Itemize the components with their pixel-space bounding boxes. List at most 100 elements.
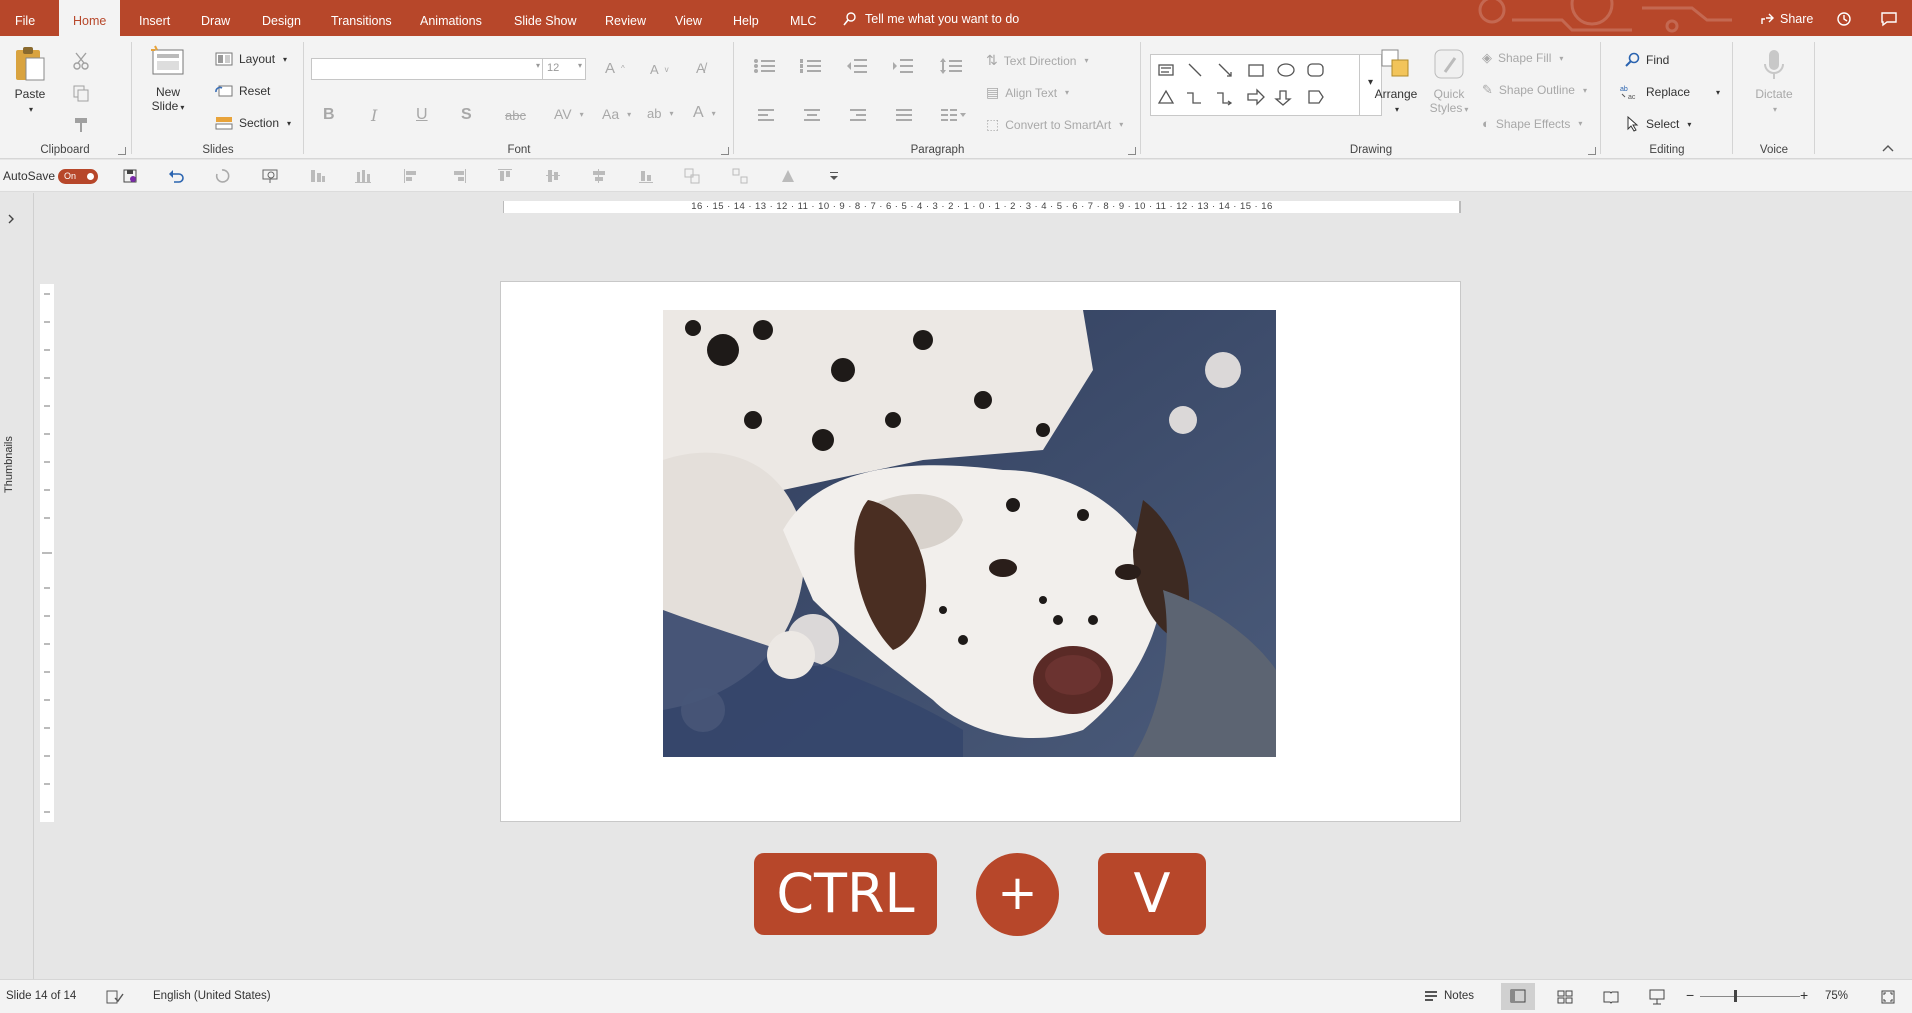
text-shadow-icon[interactable]: S (461, 106, 472, 124)
shape-outline-button[interactable]: ✎ Shape Outline ▾ (1482, 82, 1587, 98)
slideshow-view-icon[interactable] (1649, 989, 1665, 1005)
paste-button[interactable]: Paste ▾ (10, 44, 50, 115)
highlight-icon[interactable]: ab ▾ (647, 106, 673, 121)
tab-draw[interactable]: Draw (201, 0, 230, 36)
arrange-button[interactable]: Arrange ▾ (1366, 46, 1426, 115)
copy-icon[interactable] (72, 84, 90, 102)
shape-effects-button[interactable]: ◐ Shape Effects ▾ (1482, 116, 1582, 131)
autosave-toggle[interactable]: On (58, 169, 98, 184)
undo-icon[interactable] (168, 168, 184, 184)
replace-button[interactable]: ab ac Replace ▾ (1620, 84, 1720, 100)
rotate-objects-icon[interactable] (780, 168, 796, 184)
align-objects-icon[interactable] (310, 168, 326, 184)
plus-sign-graphic[interactable]: + (976, 853, 1059, 936)
tab-file[interactable]: File (15, 0, 35, 36)
tab-animations[interactable]: Animations (420, 0, 482, 36)
slide-counter[interactable]: Slide 14 of 14 (6, 990, 76, 1002)
zoom-out-icon[interactable]: − (1686, 987, 1694, 1003)
group-objects-icon[interactable] (684, 168, 700, 184)
italic-icon[interactable]: I (371, 106, 377, 125)
quick-styles-button[interactable]: Quick Styles ▾ (1424, 46, 1474, 115)
increase-font-icon[interactable]: A ^ (605, 60, 625, 77)
ctrl-key-graphic[interactable]: CTRL (754, 853, 937, 935)
cut-icon[interactable] (72, 52, 90, 70)
align-center-icon[interactable] (803, 108, 821, 122)
zoom-slider-thumb[interactable] (1734, 990, 1737, 1002)
ungroup-objects-icon[interactable] (732, 168, 748, 184)
font-launcher[interactable] (721, 147, 729, 155)
align-left-icon[interactable] (757, 108, 775, 122)
tab-transitions[interactable]: Transitions (331, 0, 392, 36)
align-right-icon[interactable] (849, 108, 867, 122)
line-spacing-icon[interactable] (939, 58, 963, 74)
thumbnails-pane[interactable]: Thumbnails (0, 193, 34, 979)
shapes-gallery[interactable] (1150, 54, 1360, 116)
change-case-icon[interactable]: Aa ▾ (602, 106, 631, 122)
numbering-icon[interactable] (799, 58, 823, 74)
save-icon[interactable] (122, 168, 138, 184)
v-key-graphic[interactable]: V (1098, 853, 1206, 935)
convert-smartart-button[interactable]: ⬚ Convert to SmartArt ▾ (986, 116, 1123, 133)
present-from-start-icon[interactable] (262, 168, 278, 184)
spelling-check-icon[interactable] (106, 989, 124, 1005)
decrease-font-icon[interactable]: Av (650, 62, 669, 77)
tab-view[interactable]: View (675, 0, 702, 36)
align-center-objects-icon[interactable] (591, 168, 607, 184)
font-color-icon[interactable]: A ▾ (693, 104, 716, 122)
align-text-button[interactable]: ▤ Align Text ▾ (986, 84, 1069, 101)
dictate-button[interactable]: Dictate ▾ (1744, 48, 1804, 115)
font-name-combo[interactable]: ▾ (311, 58, 544, 80)
new-slide-button[interactable]: New Slide ▾ (147, 44, 189, 113)
collapse-ribbon-icon[interactable] (1882, 144, 1894, 152)
slide-sorter-icon[interactable] (1557, 990, 1573, 1004)
font-size-combo[interactable]: 12 ▾ (542, 58, 586, 80)
strikethrough-icon[interactable]: abc (505, 108, 526, 123)
bullets-icon[interactable] (753, 58, 777, 74)
tab-insert[interactable]: Insert (139, 0, 170, 36)
bold-icon[interactable]: B (323, 106, 335, 124)
underline-icon[interactable]: U (416, 106, 428, 124)
zoom-slider[interactable] (1700, 990, 1800, 1002)
notes-button[interactable]: Notes (1424, 989, 1474, 1003)
redo-icon[interactable] (214, 168, 230, 184)
reading-view-icon[interactable] (1603, 990, 1619, 1004)
layout-button[interactable]: Layout ▾ (215, 52, 287, 66)
select-button[interactable]: Select ▾ (1626, 116, 1691, 132)
zoom-in-icon[interactable]: + (1800, 987, 1808, 1003)
share-button[interactable]: Share (1760, 12, 1813, 26)
tab-review[interactable]: Review (605, 0, 646, 36)
tab-slide-show[interactable]: Slide Show (514, 0, 577, 36)
justify-icon[interactable] (895, 108, 913, 122)
tab-home[interactable]: Home (59, 0, 121, 36)
dalmatian-puppy-photo[interactable] (663, 310, 1276, 757)
decrease-indent-icon[interactable] (846, 58, 868, 74)
expand-thumbnails-icon[interactable] (6, 214, 16, 224)
comments-icon[interactable] (1880, 11, 1898, 27)
tell-me-search[interactable]: Tell me what you want to do (843, 12, 1019, 26)
align-left-objects-icon[interactable] (403, 168, 419, 184)
increase-indent-icon[interactable] (892, 58, 914, 74)
drawing-launcher[interactable] (1588, 147, 1596, 155)
clipboard-launcher[interactable] (118, 147, 126, 155)
language-indicator[interactable]: English (United States) (153, 990, 271, 1002)
zoom-level[interactable]: 75% (1825, 990, 1848, 1002)
tab-mlc[interactable]: MLC (790, 0, 816, 36)
shape-fill-button[interactable]: ◈ Shape Fill ▾ (1482, 50, 1563, 66)
distribute-icon[interactable] (355, 168, 371, 184)
character-spacing-icon[interactable]: AV ▾ (554, 106, 584, 122)
fit-to-window-icon[interactable] (1880, 989, 1896, 1005)
history-icon[interactable] (1835, 11, 1853, 27)
align-right-objects-icon[interactable] (451, 168, 467, 184)
tab-design[interactable]: Design (262, 0, 301, 36)
align-top-objects-icon[interactable] (497, 168, 513, 184)
find-button[interactable]: Find (1624, 52, 1669, 68)
clear-formatting-icon[interactable]: A̸ (696, 60, 705, 76)
text-direction-button[interactable]: ⇅ Text Direction ▾ (986, 52, 1088, 69)
align-bottom-objects-icon[interactable] (638, 168, 654, 184)
align-middle-objects-icon[interactable] (545, 168, 561, 184)
customize-toolbar-icon[interactable] (826, 168, 842, 184)
section-button[interactable]: Section ▾ (215, 116, 291, 130)
reset-button[interactable]: Reset (215, 84, 270, 98)
format-painter-icon[interactable] (72, 116, 90, 134)
paragraph-launcher[interactable] (1128, 147, 1136, 155)
